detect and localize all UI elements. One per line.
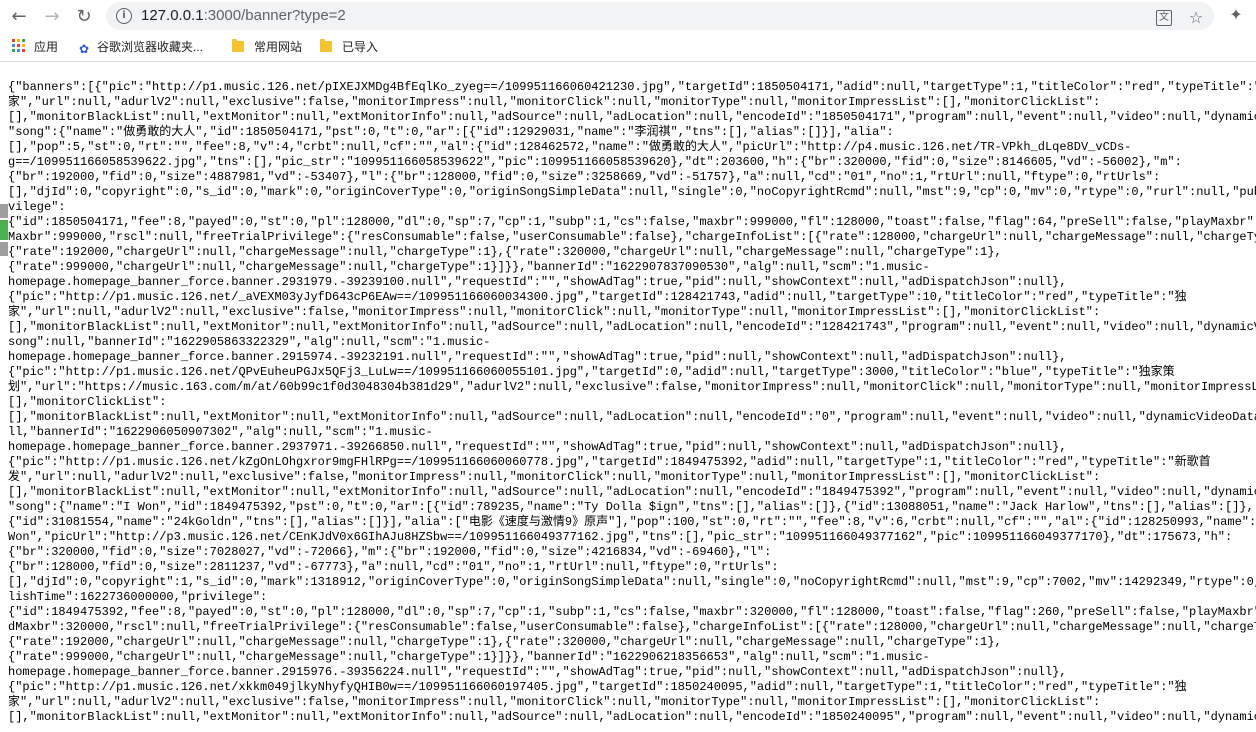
json-line: homepage.homepage_banner_force.banner.29… xyxy=(8,665,1067,679)
json-line: homepage.homepage_banner_force.banner.29… xyxy=(8,350,1067,364)
json-line: {"rate":999000,"chargeUrl":null,"chargeM… xyxy=(8,650,930,664)
json-line: {"rate":192000,"chargeUrl":null,"chargeM… xyxy=(8,635,1002,649)
json-line: 发","url":null,"adurlV2":null,"exclusive"… xyxy=(8,470,1101,484)
json-line: [],"pop":5,"st":0,"rt":"","fee":8,"v":4,… xyxy=(8,140,1132,154)
json-line: ll,"bannerId":"1622906050907302","alg":n… xyxy=(8,425,433,439)
forward-icon[interactable]: → xyxy=(40,5,64,29)
bookmark-label: 谷歌浏览器收藏夹... xyxy=(97,40,204,54)
json-line: g==/109951166058539622.jpg","tns":[],"pi… xyxy=(8,155,1182,169)
baidu-paw-icon: ✿ xyxy=(78,42,90,56)
json-line: {"pic":"http://p1.music.126.net/kZgOnLOh… xyxy=(8,455,1211,469)
json-line: {"br":192000,"fid":0,"size":4887981,"vd"… xyxy=(8,170,1161,184)
bookmark-star-icon[interactable]: ☆ xyxy=(1186,8,1206,28)
json-line: vilege": xyxy=(8,200,66,214)
json-line: homepage.homepage_banner_force.banner.29… xyxy=(8,440,1067,454)
json-line: homepage.homepage_banner_force.banner.29… xyxy=(8,275,1067,289)
json-line: 划","url":"https://music.163.com/m/at/60b… xyxy=(8,380,1256,394)
back-icon[interactable]: ← xyxy=(7,5,31,29)
bookmark-chrome-favorites[interactable]: ✿ 谷歌浏览器收藏夹... xyxy=(77,39,203,56)
json-line: Maxbr":999000,"rscl":null,"freeTrialPriv… xyxy=(8,230,1256,244)
reload-icon[interactable]: ↻ xyxy=(72,5,96,29)
json-line: [],"monitorBlackList":null,"extMonitor":… xyxy=(8,320,1256,334)
json-line: Won","picUrl":"http://p3.music.126.net/C… xyxy=(8,530,1233,544)
json-line: {"pic":"http://p1.music.126.net/_aVEXM03… xyxy=(8,290,1187,304)
json-line: {"pic":"http://p1.music.126.net/QPvEuheu… xyxy=(8,365,1175,379)
json-line: {"id":31081554,"name":"24kGoldn","tns":[… xyxy=(8,515,1256,529)
bookmark-label: 应用 xyxy=(34,40,59,54)
json-line: 家","url":null,"adurlV2":null,"exclusive"… xyxy=(8,695,1101,709)
json-line: song":null,"bannerId":"1622905863322329"… xyxy=(8,335,491,349)
bookmark-label: 已导入 xyxy=(342,40,379,54)
json-line: 家","url":null,"adurlV2":null,"exclusive"… xyxy=(8,95,1101,109)
json-line: lishTime":1622736000000,"privilege": xyxy=(8,590,268,604)
json-line: {"id":1849475392,"fee":8,"payed":0,"st":… xyxy=(8,605,1256,619)
apps-grid-icon xyxy=(12,39,26,53)
json-line: [],"monitorBlackList":null,"extMonitor":… xyxy=(8,485,1256,499)
json-line: {"banners":[{"pic":"http://p1.music.126.… xyxy=(8,80,1256,94)
bookmark-label: 常用网站 xyxy=(254,40,303,54)
bookmark-apps[interactable]: 应用 xyxy=(12,39,58,55)
json-line: {"id":1850504171,"fee":8,"payed":0,"st":… xyxy=(8,215,1256,229)
json-line: {"rate":192000,"chargeUrl":null,"chargeM… xyxy=(8,245,1002,259)
json-line: [],"monitorClickList": xyxy=(8,395,167,409)
bookmark-folder-common-sites[interactable]: 常用网站 xyxy=(232,39,302,55)
json-line: [],"monitorBlackList":null,"extMonitor":… xyxy=(8,710,1256,724)
json-line: [],"djId":0,"copyright":1,"s_id":0,"mark… xyxy=(8,575,1256,589)
json-line: "song":{"name":"做勇敢的大人","id":1850504171,… xyxy=(8,125,894,139)
url-path: :3000/banner?type=2 xyxy=(203,7,346,24)
address-bar[interactable]: i 127.0.0.1:3000/banner?type=2 文 ☆ xyxy=(106,2,1214,30)
json-line: {"br":128000,"fid":0,"size":2811237,"vd"… xyxy=(8,560,779,574)
bookmarks-bar: 应用 ✿ 谷歌浏览器收藏夹... 常用网站 已导入 xyxy=(0,33,1256,61)
scroll-indicator[interactable] xyxy=(0,204,8,256)
translate-icon[interactable]: 文 xyxy=(1156,10,1172,26)
json-line: [],"monitorBlackList":null,"extMonitor":… xyxy=(8,110,1256,124)
folder-icon xyxy=(232,39,244,52)
json-line: dMaxbr":320000,"rscl":null,"freeTrialPri… xyxy=(8,620,1256,634)
extensions-icon[interactable]: ✦ xyxy=(1226,5,1246,25)
json-response-text: {"banners":[{"pic":"http://p1.music.126.… xyxy=(0,62,1256,725)
json-line: [],"djId":0,"copyright":0,"s_id":0,"mark… xyxy=(8,185,1256,199)
site-info-icon[interactable]: i xyxy=(116,8,132,24)
json-line: {"br":320000,"fid":0,"size":7028027,"vd"… xyxy=(8,545,772,559)
url-text[interactable]: 127.0.0.1:3000/banner?type=2 xyxy=(141,7,346,24)
browser-toolbar: ← → ↻ i 127.0.0.1:3000/banner?type=2 文 ☆… xyxy=(0,0,1256,33)
json-line: {"rate":999000,"chargeUrl":null,"chargeM… xyxy=(8,260,930,274)
json-line: "song":{"name":"I Won","id":1849475392,"… xyxy=(8,500,1254,514)
bookmark-folder-imported[interactable]: 已导入 xyxy=(320,39,378,55)
url-host: 127.0.0.1 xyxy=(141,7,204,24)
folder-icon xyxy=(320,39,332,52)
json-line: {"pic":"http://p1.music.126.net/xkkm049j… xyxy=(8,680,1187,694)
json-line: 家","url":null,"adurlV2":null,"exclusive"… xyxy=(8,305,1101,319)
json-line: [],"monitorBlackList":null,"extMonitor":… xyxy=(8,410,1256,424)
page-content: {"banners":[{"pic":"http://p1.music.126.… xyxy=(0,61,1256,732)
